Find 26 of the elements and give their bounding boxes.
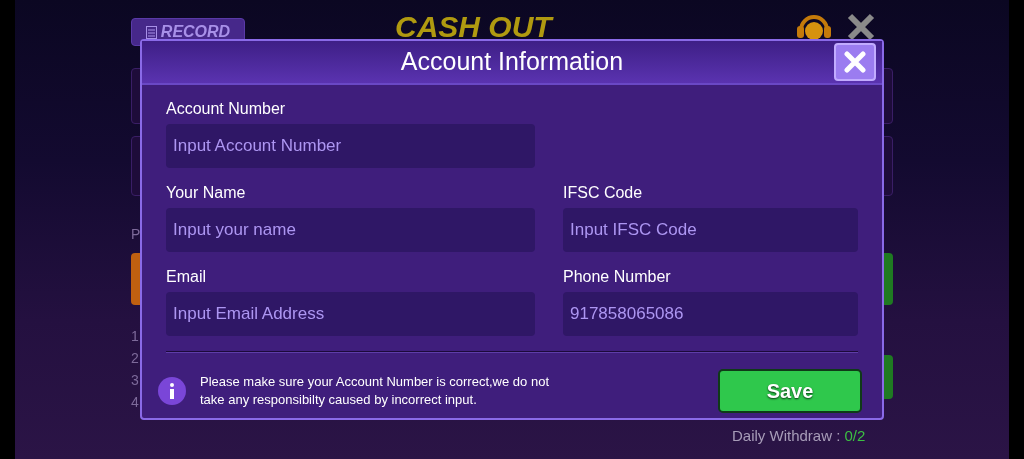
close-button[interactable] <box>834 43 876 81</box>
dialog-title: Account Information <box>400 46 624 78</box>
save-button[interactable]: Save <box>718 369 862 413</box>
notice-text: Please make sure your Account Number is correct,we do not take any responsibilty caused by incorrect input. <box>200 372 550 409</box>
list-number: 3 <box>131 371 139 390</box>
close-icon <box>844 51 866 73</box>
label-text: P <box>131 225 141 244</box>
page-title: CASH OUT <box>395 12 552 42</box>
daily-withdraw-text: Daily Withdraw : 0/2 <box>732 426 866 446</box>
input-field[interactable]: Input Email Address <box>166 292 535 336</box>
input-field[interactable]: 917858065086 <box>563 292 858 336</box>
field-label: Email <box>166 267 207 287</box>
headset-icon[interactable] <box>795 12 833 42</box>
input-field[interactable]: Input IFSC Code <box>563 208 858 252</box>
input-field[interactable]: Input your name <box>166 208 535 252</box>
list-number: 4 <box>131 393 139 412</box>
field-label: Account Number <box>166 99 287 119</box>
info-icon <box>158 377 186 405</box>
notepad-icon <box>145 25 157 39</box>
close-icon[interactable] <box>846 13 876 41</box>
input-field[interactable]: Input Account Number <box>166 124 535 168</box>
list-number: 1 <box>131 327 139 346</box>
list-number: 2 <box>131 349 139 368</box>
field-label: Phone Number <box>563 267 672 287</box>
field-label: IFSC Code <box>563 183 644 203</box>
field-label: Your Name <box>166 183 247 203</box>
